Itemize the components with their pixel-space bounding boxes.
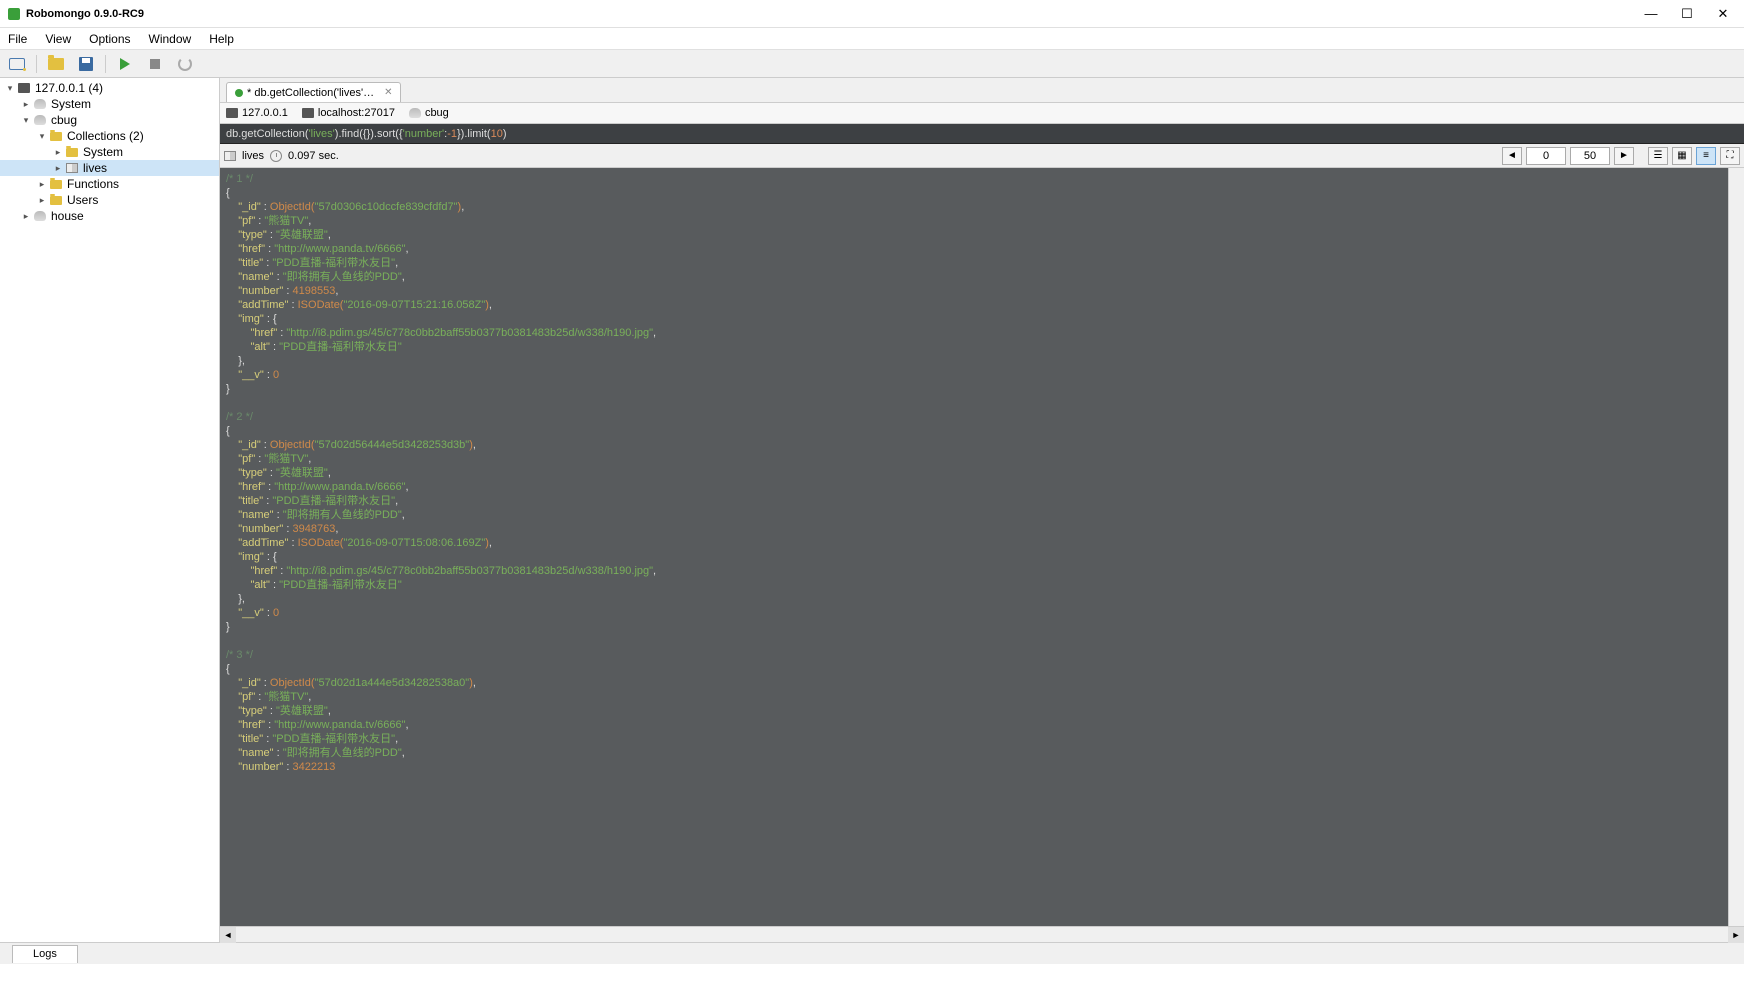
view-expand-button[interactable]: ⛶ <box>1720 147 1740 165</box>
tree-item[interactable]: ▸ System <box>0 144 219 160</box>
close-tab-icon[interactable]: ✕ <box>384 87 392 98</box>
server-icon <box>302 108 314 118</box>
view-tree-button[interactable]: ☰ <box>1648 147 1668 165</box>
tree-label: Functions <box>67 177 119 191</box>
monitor-icon <box>9 58 25 70</box>
tree-root[interactable]: ▾ 127.0.0.1 (4) <box>0 80 219 96</box>
open-button[interactable] <box>45 53 67 75</box>
toggle-icon[interactable]: ▾ <box>20 115 32 126</box>
view-text-button[interactable]: ≡ <box>1696 147 1716 165</box>
menu-window[interactable]: Window <box>149 32 192 46</box>
view-table-button[interactable]: ▦ <box>1672 147 1692 165</box>
connect-button[interactable] <box>6 53 28 75</box>
query-editor[interactable]: db.getCollection('lives').find({}).sort(… <box>220 124 1744 144</box>
toggle-icon[interactable]: ▸ <box>36 195 48 206</box>
vertical-scrollbar[interactable] <box>1728 168 1744 926</box>
play-icon <box>120 58 130 70</box>
tree-label: System <box>83 145 123 159</box>
clock-icon <box>270 150 282 162</box>
toggle-icon[interactable]: ▸ <box>36 179 48 190</box>
toggle-icon[interactable]: ▸ <box>52 163 64 174</box>
save-icon <box>79 57 93 71</box>
result-collection: lives <box>242 150 264 162</box>
stop-icon <box>150 59 160 69</box>
connection-tree: ▾ 127.0.0.1 (4) ▸System▾cbug▾Collections… <box>0 78 219 226</box>
result-text-view[interactable]: /* 1 */ { "_id" : ObjectId("57d0306c10dc… <box>220 168 1744 926</box>
folder-icon <box>48 193 64 207</box>
horizontal-scrollbar[interactable]: ◄ ► <box>220 926 1744 942</box>
toggle-icon[interactable]: ▸ <box>52 147 64 158</box>
logs-tab[interactable]: Logs <box>12 945 78 963</box>
sidebar: ▾ 127.0.0.1 (4) ▸System▾cbug▾Collections… <box>0 78 220 942</box>
tree-label: Collections (2) <box>67 129 144 143</box>
limit-input[interactable] <box>1570 147 1610 165</box>
tree-label: Users <box>67 193 98 207</box>
scroll-left-icon[interactable]: ◄ <box>220 927 236 943</box>
close-button[interactable]: ✕ <box>1714 5 1732 23</box>
host-icon <box>16 81 32 95</box>
separator <box>36 55 37 73</box>
menu-file[interactable]: File <box>8 32 27 46</box>
refresh-icon <box>178 57 192 71</box>
tree-label: house <box>51 209 84 223</box>
app-logo-icon <box>8 8 20 20</box>
tree-item[interactable]: ▾ cbug <box>0 112 219 128</box>
folder-icon <box>48 129 64 143</box>
tree-item[interactable]: ▸ System <box>0 96 219 112</box>
menu-help[interactable]: Help <box>209 32 234 46</box>
tab-label: * db.getCollection('lives'… <box>247 87 374 99</box>
menu-view[interactable]: View <box>45 32 71 46</box>
tree-item[interactable]: ▸ lives <box>0 160 219 176</box>
database-icon <box>32 97 48 111</box>
scroll-right-icon[interactable]: ► <box>1728 927 1744 943</box>
page-next-button[interactable]: ► <box>1614 147 1634 165</box>
folder-icon <box>48 177 64 191</box>
result-time: 0.097 sec. <box>288 150 339 162</box>
page-prev-button[interactable]: ◄ <box>1502 147 1522 165</box>
separator <box>105 55 106 73</box>
tree-label: lives <box>83 161 107 175</box>
query-tab[interactable]: * db.getCollection('lives'… ✕ <box>226 82 401 102</box>
tree-item[interactable]: ▾ Collections (2) <box>0 128 219 144</box>
stop-button[interactable] <box>144 53 166 75</box>
execute-button[interactable] <box>114 53 136 75</box>
collection-icon <box>224 151 236 161</box>
mongo-leaf-icon <box>235 89 243 97</box>
conn-host: 127.0.0.1 <box>226 107 288 119</box>
host-icon <box>226 108 238 118</box>
tree-item[interactable]: ▸ Functions <box>0 176 219 192</box>
tree-item[interactable]: ▸ Users <box>0 192 219 208</box>
toggle-icon[interactable]: ▸ <box>20 99 32 110</box>
toggle-icon[interactable]: ▸ <box>20 211 32 222</box>
refresh-button[interactable] <box>174 53 196 75</box>
save-button[interactable] <box>75 53 97 75</box>
conn-server: localhost:27017 <box>302 107 395 119</box>
offset-input[interactable] <box>1526 147 1566 165</box>
folder-icon <box>64 145 80 159</box>
maximize-button[interactable]: ☐ <box>1678 5 1696 23</box>
tree-label: System <box>51 97 91 111</box>
minimize-button[interactable]: — <box>1642 5 1660 23</box>
folder-open-icon <box>48 58 64 70</box>
tree-label: cbug <box>51 113 77 127</box>
tree-item[interactable]: ▸ house <box>0 208 219 224</box>
window-title: Robomongo 0.9.0-RC9 <box>26 8 1642 20</box>
conn-db: cbug <box>409 107 449 119</box>
database-icon <box>32 113 48 127</box>
toggle-icon[interactable]: ▾ <box>36 131 48 142</box>
menu-options[interactable]: Options <box>89 32 130 46</box>
tree-label: 127.0.0.1 (4) <box>35 81 103 95</box>
database-icon <box>409 108 421 118</box>
collection-icon <box>64 161 80 175</box>
database-icon <box>32 209 48 223</box>
toggle-icon[interactable]: ▾ <box>4 83 16 94</box>
